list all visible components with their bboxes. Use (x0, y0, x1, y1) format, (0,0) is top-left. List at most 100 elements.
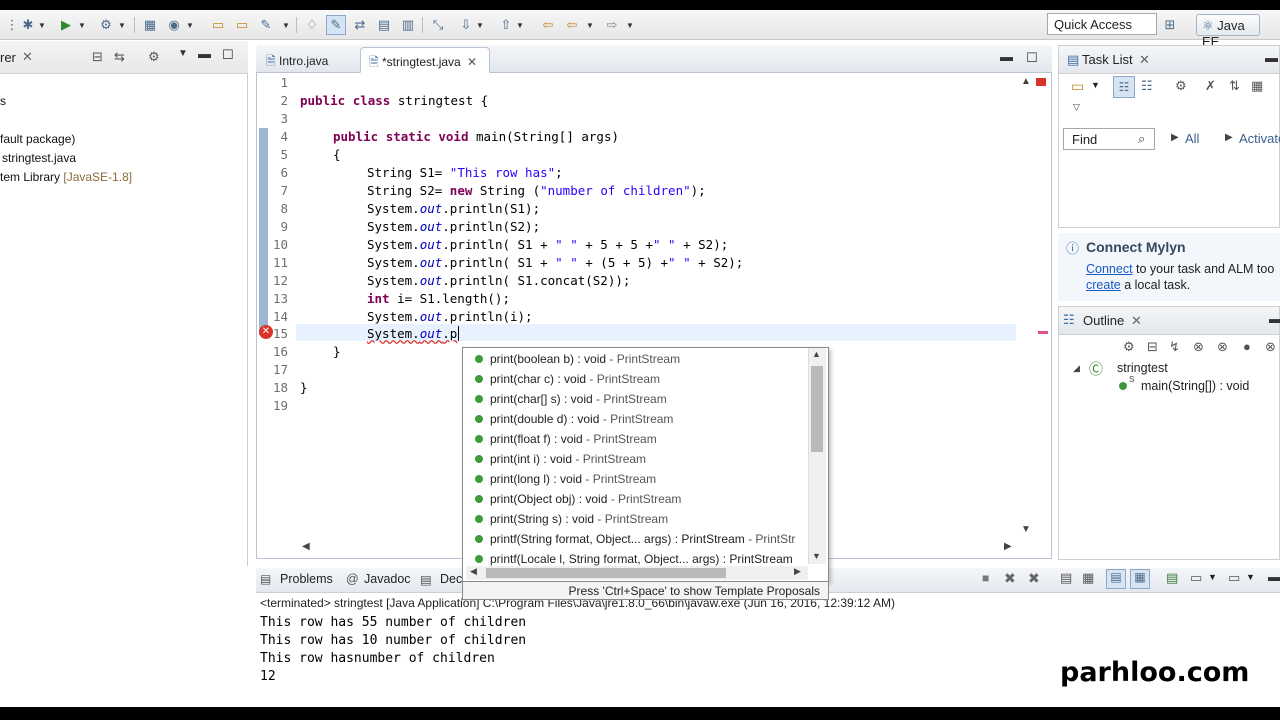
back-icon[interactable]: ⇦ (538, 15, 558, 35)
pin-console-icon[interactable]: ▤ (1166, 570, 1178, 586)
scroll-up-icon[interactable]: ▲ (1021, 76, 1031, 87)
code-line[interactable]: { (333, 147, 341, 162)
code-line[interactable]: System.out.println(S1); (367, 201, 540, 216)
assist-item[interactable]: print(char c) : void - PrintStream (466, 369, 806, 389)
code-line[interactable]: System.out.println(i); (367, 309, 533, 324)
external-tools-icon[interactable]: ⚙ (96, 15, 116, 35)
prev-annotation-icon[interactable]: ⇩ (456, 15, 476, 35)
error-overview-marker[interactable] (1036, 78, 1046, 86)
last-edit-dropdown-icon[interactable]: ▼ (516, 15, 524, 35)
scroll-right-icon[interactable]: ▶ (1004, 541, 1012, 552)
show-whitespace-icon[interactable]: ⇄ (350, 15, 370, 35)
code-line[interactable]: System.out.println( S1 + " " + (5 + 5) +… (367, 255, 743, 270)
maximize-icon[interactable]: ☐ (222, 47, 234, 63)
new-class-icon[interactable]: ◉ (164, 15, 184, 35)
minimize-icon[interactable]: ▬ (1000, 49, 1013, 64)
new-class-dropdown-icon[interactable]: ▼ (186, 15, 194, 35)
search-icon[interactable]: ⌕ (1138, 131, 1145, 147)
hide-nonpublic-icon[interactable]: ⊗ (1217, 339, 1228, 355)
scroll-down-icon[interactable]: ▼ (812, 551, 821, 561)
minimize-icon[interactable]: ▬ (1268, 569, 1280, 584)
minimize-icon[interactable]: ▬ (198, 46, 211, 61)
scroll-lock-icon[interactable]: ▦ (1082, 570, 1094, 586)
code-line[interactable]: public static void main(String[] args) (333, 129, 619, 144)
code-line[interactable]: String S2= new String ("number of childr… (367, 183, 706, 198)
open-perspective-icon[interactable]: ⊞ (1160, 15, 1180, 35)
scroll-left-icon[interactable]: ◀ (470, 566, 477, 577)
focus-icon[interactable]: ⚙ (1175, 78, 1187, 94)
hide-static-icon[interactable]: ⊗ (1193, 339, 1204, 355)
hide-fields-icon[interactable]: ↯ (1169, 339, 1180, 355)
connect-link[interactable]: Connect (1086, 262, 1133, 276)
assist-scroll-thumb[interactable] (811, 366, 823, 452)
find-input[interactable]: Find ⌕ (1063, 128, 1155, 150)
terminate-icon[interactable]: ■ (982, 571, 989, 585)
link-icon[interactable]: ⊗ (1265, 339, 1276, 355)
new-task-icon[interactable]: ▭ (1071, 78, 1084, 95)
assist-item[interactable]: print(float f) : void - PrintStream (466, 429, 806, 449)
project-explorer-tab-label[interactable]: rer (0, 50, 16, 65)
close-icon[interactable]: ✕ (1131, 313, 1142, 329)
tab-problems[interactable]: Problems (280, 572, 333, 586)
code-line[interactable]: System.out.println(S2); (367, 219, 540, 234)
debug-icon[interactable]: ✱ (18, 15, 38, 35)
next-annotation-icon[interactable]: ⤡ (428, 15, 448, 35)
tree-item-stringtest[interactable]: stringtest.java (2, 151, 76, 165)
new-java-project-icon[interactable]: ▦ (140, 15, 160, 35)
link-editor-icon[interactable]: ⇆ (114, 49, 125, 65)
assist-item[interactable]: print(long l) : void - PrintStream (466, 469, 806, 489)
more-icon[interactable]: ▦ (1251, 78, 1263, 94)
display-dropdown-icon[interactable]: ▼ (1208, 572, 1217, 582)
tab-javadoc[interactable]: Javadoc (364, 572, 411, 586)
open-console-dropdown-icon[interactable]: ▼ (1246, 572, 1255, 582)
assist-item[interactable]: print(Object obj) : void - PrintStream (466, 489, 806, 509)
word-wrap-icon[interactable]: ▤ (1106, 569, 1126, 589)
assist-hscroll-thumb[interactable] (486, 568, 726, 578)
forward-icon[interactable]: ⇨ (602, 15, 622, 35)
toggle-mark-icon[interactable]: ♢ (302, 15, 322, 35)
search-dropdown-icon[interactable]: ▼ (282, 15, 290, 35)
code-line[interactable]: String S1= "This row has"; (367, 165, 563, 180)
java-ee-perspective-button[interactable]: ⚛ Java EE (1196, 14, 1260, 49)
scroll-down-icon[interactable]: ▼ (1021, 524, 1031, 535)
code-line[interactable]: System.out.println( S1.concat(S2)); (367, 273, 630, 288)
show-on-output-icon[interactable]: ▦ (1130, 569, 1150, 589)
filter-icon[interactable]: ⚙ (148, 49, 160, 65)
assist-item[interactable]: printf(String format, Object... args) : … (466, 529, 806, 549)
editor-vertical-scrollbar[interactable]: ▲ ▼ (1018, 74, 1034, 540)
code-line[interactable]: int i= S1.length(); (367, 291, 510, 306)
minimize-icon[interactable]: ▬ (1265, 50, 1278, 65)
close-icon[interactable]: ✕ (22, 49, 33, 65)
assist-item[interactable]: print(String s) : void - PrintStream (466, 509, 806, 529)
all-link[interactable]: All (1185, 131, 1199, 146)
view-menu-icon[interactable]: ▽ (1073, 102, 1080, 113)
tab-intro-java[interactable]: 🗎 Intro.java (258, 47, 336, 73)
expand-icon[interactable]: ◢ (1073, 363, 1080, 374)
scroll-right-icon[interactable]: ▶ (794, 566, 801, 577)
search-icon[interactable]: ✎ (256, 15, 276, 35)
new-task-dropdown-icon[interactable]: ▼ (1091, 80, 1100, 90)
assist-item[interactable]: print(double d) : void - PrintStream (466, 409, 806, 429)
block-selection-icon[interactable]: ▤ (374, 15, 394, 35)
debug-dropdown-icon[interactable]: ▼ (38, 15, 46, 35)
maximize-icon[interactable]: ☐ (1026, 50, 1038, 66)
toggle-highlight-icon[interactable]: ✎ (326, 15, 346, 35)
tree-item-jre-library[interactable]: tem Library [JavaSE-1.8] (0, 170, 132, 184)
back-dropdown-icon[interactable]: ▼ (586, 15, 594, 35)
display-console-icon[interactable]: ▭ (1190, 570, 1202, 586)
error-overview-line[interactable] (1038, 331, 1048, 334)
show-source-icon[interactable]: ▥ (398, 15, 418, 35)
run-dropdown-icon[interactable]: ▼ (78, 15, 86, 35)
forward-dropdown-icon[interactable]: ▼ (626, 15, 634, 35)
remove-all-icon[interactable]: ✖ (1028, 570, 1040, 587)
last-edit-icon[interactable]: ⇧ (496, 15, 516, 35)
scheduled-icon[interactable]: ☷ (1141, 78, 1153, 94)
code-line[interactable]: } (300, 380, 308, 395)
minimize-icon[interactable]: ▬ (1269, 311, 1280, 326)
collapse-icon[interactable]: ✗ (1205, 78, 1216, 94)
code-line-current[interactable]: System.out.p (367, 326, 460, 341)
activate-link[interactable]: Activate... (1239, 131, 1280, 146)
assist-item[interactable]: print(int i) : void - PrintStream (466, 449, 806, 469)
outline-method[interactable]: main(String[]) : void (1141, 379, 1249, 393)
assist-item[interactable]: print(char[] s) : void - PrintStream (466, 389, 806, 409)
